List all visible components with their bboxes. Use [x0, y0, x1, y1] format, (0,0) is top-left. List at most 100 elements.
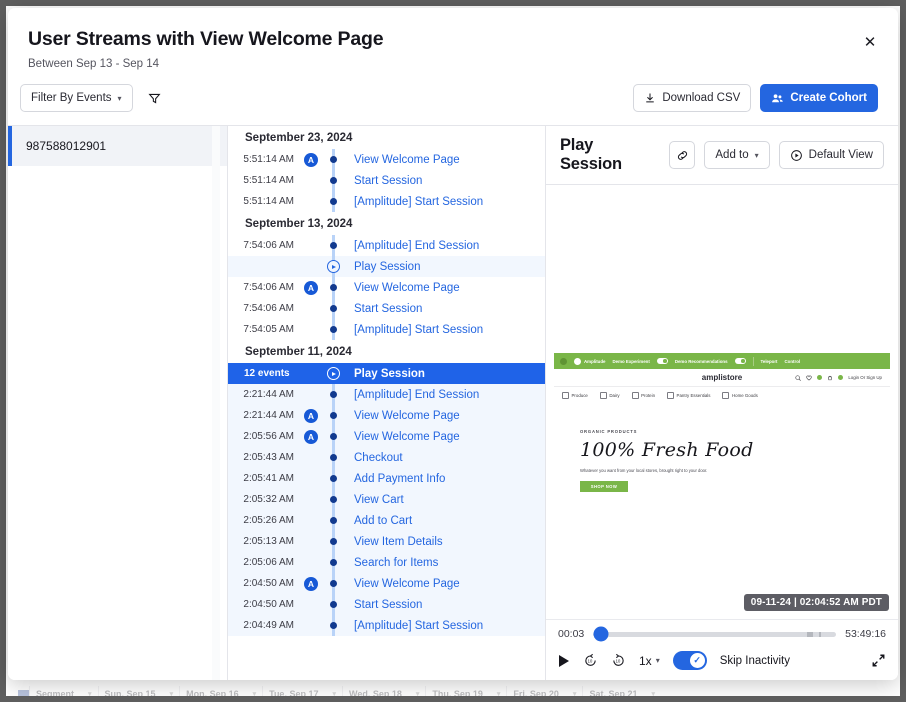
anchor-badge: A: [300, 430, 322, 444]
nav-item-home-goods[interactable]: Home Goods: [722, 392, 757, 399]
fullscreen-icon[interactable]: [871, 653, 886, 668]
event-label[interactable]: View Cart: [344, 494, 404, 506]
playback-speed-dropdown[interactable]: 1x ▾: [639, 654, 660, 668]
session-replay-player[interactable]: Amplitude Demo Experiment Demo Recommend…: [546, 185, 898, 619]
protein-icon: [632, 392, 639, 399]
event-label[interactable]: Checkout: [344, 452, 403, 464]
default-view-button[interactable]: Default View: [779, 141, 884, 169]
event-time: 2:04:50 AM: [228, 599, 300, 610]
event-label[interactable]: [Amplitude] Start Session: [344, 620, 483, 632]
event-time: 2:04:49 AM: [228, 620, 300, 631]
play-session-row-selected[interactable]: 12 events Play Session: [228, 363, 545, 384]
timeline-rail: [322, 405, 344, 426]
banner-toggle2[interactable]: [735, 358, 746, 364]
event-label[interactable]: Start Session: [344, 175, 422, 187]
table-row[interactable]: 2:21:44 AM [Amplitude] End Session: [228, 384, 545, 405]
cart-icon: [827, 375, 833, 381]
table-row[interactable]: 7:54:06 AM Start Session: [228, 298, 545, 319]
table-row[interactable]: 5:51:14 AM Start Session: [228, 170, 545, 191]
event-time: 2:05:41 AM: [228, 473, 300, 484]
close-icon[interactable]: ✕: [858, 30, 882, 54]
default-view-label: Default View: [809, 149, 873, 161]
play-icon[interactable]: [558, 654, 570, 668]
filter-by-events-dropdown[interactable]: Filter By Events ▾: [20, 84, 133, 112]
cart-count-dot: [838, 375, 843, 380]
event-label[interactable]: [Amplitude] Start Session: [344, 196, 483, 208]
table-row[interactable]: 2:04:49 AM [Amplitude] Start Session: [228, 615, 545, 636]
forward-10-icon[interactable]: 10: [611, 653, 626, 668]
table-row[interactable]: 5:51:14 AM A View Welcome Page: [228, 149, 545, 170]
timeline-rail: [322, 298, 344, 319]
site-hero: ORGANIC PRODUCTS 100% Fresh Food Whateve…: [554, 403, 890, 492]
event-label[interactable]: Play Session: [344, 261, 420, 273]
event-label[interactable]: Start Session: [344, 599, 422, 611]
anchor-badge: A: [300, 409, 322, 423]
event-label[interactable]: View Welcome Page: [344, 154, 460, 166]
nav-item-produce[interactable]: Produce: [562, 392, 588, 399]
event-label[interactable]: View Welcome Page: [344, 431, 460, 443]
add-to-dropdown[interactable]: Add to ▾: [704, 141, 769, 169]
dairy-icon: [600, 392, 607, 399]
event-label[interactable]: View Welcome Page: [344, 578, 460, 590]
event-label[interactable]: Play Session: [344, 368, 425, 380]
filter-by-events-label: Filter By Events: [31, 92, 112, 104]
timeline-rail: [322, 170, 344, 191]
rewind-10-icon[interactable]: 10: [583, 653, 598, 668]
banner-link1[interactable]: Teleport: [761, 359, 778, 364]
table-row[interactable]: 2:05:41 AM Add Payment Info: [228, 468, 545, 489]
progress-slider[interactable]: [593, 632, 836, 637]
event-label[interactable]: View Item Details: [344, 536, 443, 548]
event-label[interactable]: [Amplitude] End Session: [344, 240, 479, 252]
table-row[interactable]: 2:05:56 AM A View Welcome Page: [228, 426, 545, 447]
table-row[interactable]: 2:05:26 AM Add to Cart: [228, 510, 545, 531]
download-csv-button[interactable]: Download CSV: [633, 84, 751, 112]
download-icon: [644, 92, 656, 104]
create-cohort-button[interactable]: Create Cohort: [760, 84, 878, 112]
timeline-rail: [322, 447, 344, 468]
event-label[interactable]: Start Session: [344, 303, 422, 315]
table-row[interactable]: 5:51:14 AM [Amplitude] Start Session: [228, 191, 545, 212]
login-link[interactable]: Login Or Sign Up: [848, 375, 882, 380]
home-goods-icon: [722, 392, 729, 399]
skip-inactivity-label: Skip Inactivity: [720, 655, 790, 667]
search-icon: [795, 375, 801, 381]
table-row[interactable]: 2:05:13 AM View Item Details: [228, 531, 545, 552]
svg-text:10: 10: [588, 659, 593, 664]
hero-title: 100% Fresh Food: [580, 439, 890, 461]
table-row[interactable]: 2:04:50 AM Start Session: [228, 594, 545, 615]
table-row[interactable]: 7:54:05 AM [Amplitude] Start Session: [228, 319, 545, 340]
event-label[interactable]: View Welcome Page: [344, 410, 460, 422]
event-time: 5:51:14 AM: [228, 196, 300, 207]
banner-toggle1[interactable]: [657, 358, 668, 364]
users-scrollbar[interactable]: [212, 126, 220, 680]
table-row[interactable]: 7:54:06 AM A View Welcome Page: [228, 277, 545, 298]
funnel-icon[interactable]: [141, 84, 169, 112]
nav-item-protein[interactable]: Protein: [632, 392, 655, 399]
timeline-rail: [322, 256, 344, 277]
create-cohort-label: Create Cohort: [790, 92, 867, 104]
table-row[interactable]: 2:04:50 AM A View Welcome Page: [228, 573, 545, 594]
skip-inactivity-toggle[interactable]: ✓: [673, 651, 707, 670]
timeline-rail: [322, 277, 344, 298]
event-label[interactable]: [Amplitude] End Session: [344, 389, 479, 401]
slider-handle[interactable]: [593, 627, 608, 642]
table-row[interactable]: 7:54:06 AM [Amplitude] End Session: [228, 235, 545, 256]
timeline-rail: [322, 573, 344, 594]
table-row[interactable]: 2:05:06 AM Search for Items: [228, 552, 545, 573]
event-label[interactable]: Add to Cart: [344, 515, 412, 527]
play-session-row[interactable]: Play Session: [228, 256, 545, 277]
event-label[interactable]: View Welcome Page: [344, 282, 460, 294]
nav-item-dairy[interactable]: Dairy: [600, 392, 620, 399]
event-label[interactable]: [Amplitude] Start Session: [344, 324, 483, 336]
list-item[interactable]: 987588012901: [8, 126, 227, 166]
event-label[interactable]: Search for Items: [344, 557, 438, 569]
banner-link2[interactable]: Control: [785, 359, 801, 364]
shop-now-button[interactable]: SHOP NOW: [580, 481, 628, 492]
table-row[interactable]: 2:05:43 AM Checkout: [228, 447, 545, 468]
total-time: 53:49:16: [845, 628, 886, 640]
table-row[interactable]: 2:21:44 AM A View Welcome Page: [228, 405, 545, 426]
link-icon[interactable]: [669, 141, 695, 169]
event-label[interactable]: Add Payment Info: [344, 473, 445, 485]
table-row[interactable]: 2:05:32 AM View Cart: [228, 489, 545, 510]
nav-item-pantry[interactable]: Pantry Essentials: [667, 392, 710, 399]
